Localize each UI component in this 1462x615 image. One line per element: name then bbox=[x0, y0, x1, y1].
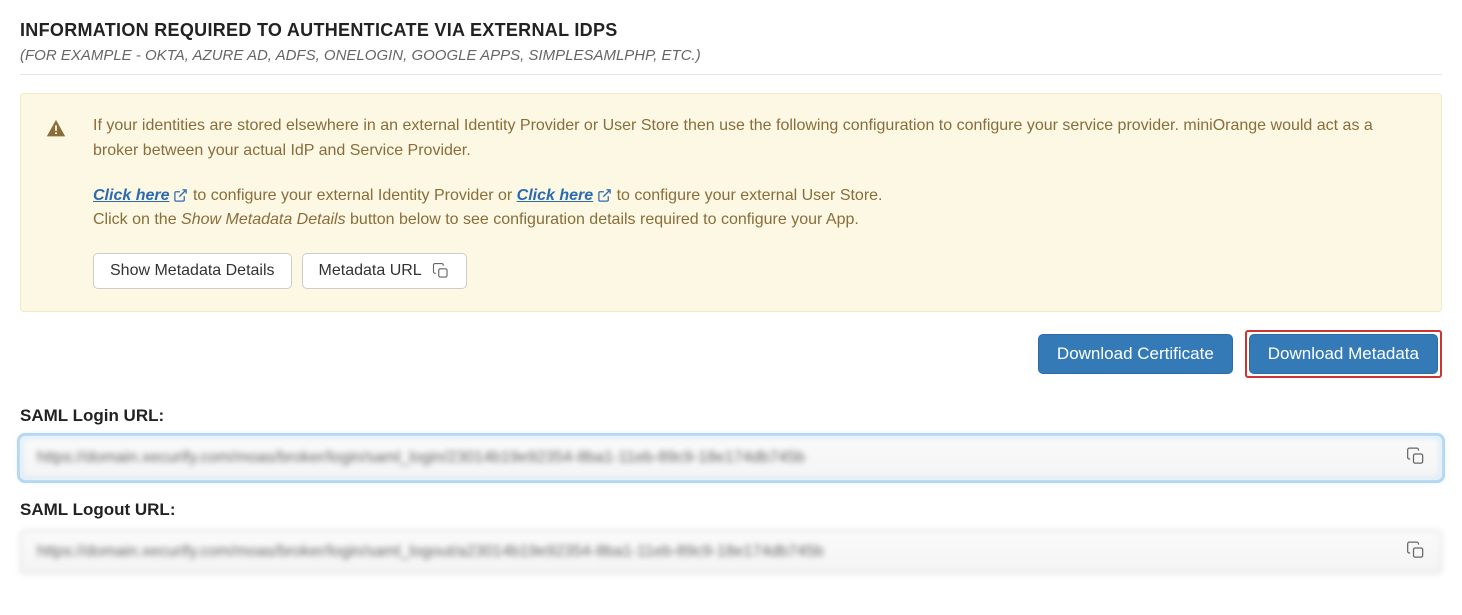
alert-text-line1: If your identities are stored elsewhere … bbox=[93, 117, 1179, 134]
section-subtitle: (FOR EXAMPLE - OKTA, AZURE AD, ADFS, ONE… bbox=[20, 47, 1442, 64]
title-divider bbox=[20, 74, 1442, 75]
download-actions-row: Download Certificate Download Metadata bbox=[20, 330, 1442, 378]
alert-line4b: button below to see configuration detail… bbox=[350, 211, 859, 228]
external-link-icon bbox=[173, 188, 188, 203]
saml-login-input-wrap bbox=[20, 436, 1442, 480]
button-label: Metadata URL bbox=[319, 262, 422, 280]
download-certificate-button[interactable]: Download Certificate bbox=[1038, 334, 1233, 374]
saml-login-field-group: SAML Login URL: bbox=[20, 406, 1442, 480]
metadata-url-button[interactable]: Metadata URL bbox=[302, 253, 467, 289]
configure-userstore-link[interactable]: Click here bbox=[517, 184, 612, 209]
link-label: Click here bbox=[93, 184, 169, 209]
warning-icon bbox=[45, 118, 67, 146]
saml-logout-label: SAML Logout URL: bbox=[20, 500, 1442, 520]
saml-login-url-input[interactable] bbox=[20, 436, 1442, 480]
saml-login-label: SAML Login URL: bbox=[20, 406, 1442, 426]
saml-logout-input-wrap bbox=[20, 530, 1442, 574]
page-container: INFORMATION REQUIRED TO AUTHENTICATE VIA… bbox=[20, 20, 1442, 574]
info-alert: If your identities are stored elsewhere … bbox=[20, 93, 1442, 312]
section-title: INFORMATION REQUIRED TO AUTHENTICATE VIA… bbox=[20, 20, 1442, 41]
link-label: Click here bbox=[517, 184, 593, 209]
download-metadata-button[interactable]: Download Metadata bbox=[1249, 334, 1438, 374]
copy-icon bbox=[1406, 447, 1426, 467]
alert-text-end: to configure your external User Store. bbox=[617, 187, 883, 204]
alert-content: If your identities are stored elsewhere … bbox=[93, 114, 1417, 289]
copy-icon bbox=[1406, 541, 1426, 561]
copy-saml-login-button[interactable] bbox=[1402, 443, 1430, 474]
copy-saml-logout-button[interactable] bbox=[1402, 537, 1430, 568]
alert-line4a: Click on the bbox=[93, 211, 181, 228]
configure-idp-link[interactable]: Click here bbox=[93, 184, 188, 209]
external-link-icon bbox=[597, 188, 612, 203]
alert-line4-italic: Show Metadata Details bbox=[181, 211, 346, 228]
alert-button-row: Show Metadata Details Metadata URL bbox=[93, 253, 1417, 289]
button-label: Show Metadata Details bbox=[110, 262, 275, 280]
alert-text-mid: to configure your external Identity Prov… bbox=[193, 187, 517, 204]
show-metadata-details-button[interactable]: Show Metadata Details bbox=[93, 253, 292, 289]
copy-icon bbox=[432, 262, 450, 280]
saml-logout-field-group: SAML Logout URL: bbox=[20, 500, 1442, 574]
saml-logout-url-input[interactable] bbox=[20, 530, 1442, 574]
highlight-box: Download Metadata bbox=[1245, 330, 1442, 378]
